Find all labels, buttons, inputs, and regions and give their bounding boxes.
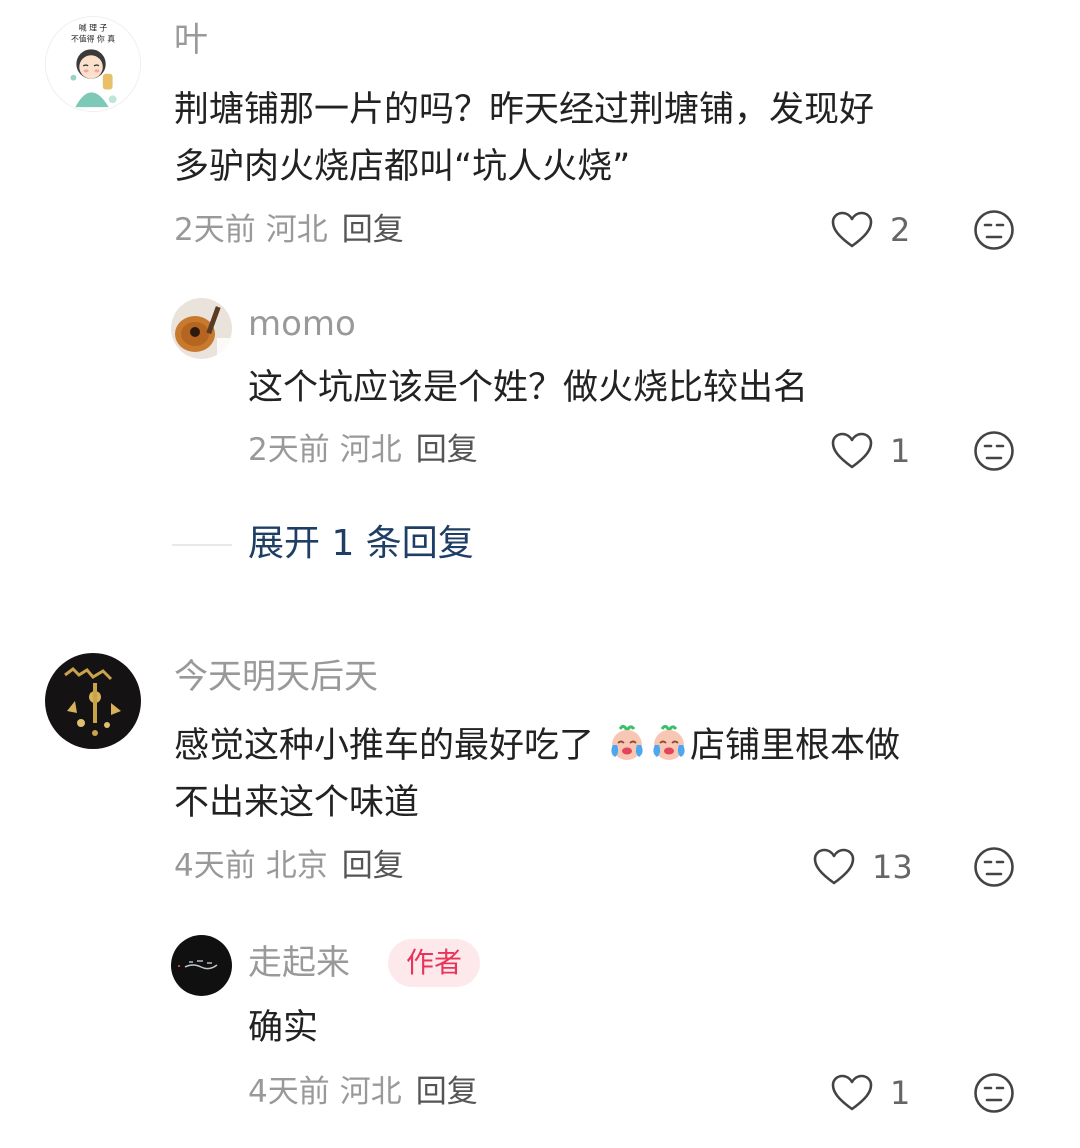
dislike-button[interactable] — [973, 1072, 1015, 1114]
like-count: 1 — [890, 432, 911, 470]
like-button[interactable]: 1 — [830, 429, 910, 473]
comment-text-line: 荆塘铺那一片的吗？昨天经过荆塘铺，发现好 — [174, 90, 875, 130]
crying-laughing-emoji-icon — [606, 723, 648, 763]
like-button[interactable]: 1 — [830, 1071, 910, 1115]
dislike-face-icon — [974, 210, 1014, 250]
location: 河北 — [265, 212, 328, 248]
comment-text-line: 多驴肉火烧店都叫“坑人火烧” — [174, 147, 631, 187]
comment-text-line: 感觉这种小推车的最好吃了 店铺里根本做 — [174, 718, 1054, 775]
crying-laughing-emoji-icon — [648, 723, 690, 763]
avatar[interactable] — [45, 653, 141, 749]
avatar[interactable] — [171, 935, 232, 996]
timestamp: 4天前 — [174, 848, 256, 884]
reply-button[interactable]: 回复 — [342, 848, 404, 884]
reply-text: 这个坑应该是个姓？做火烧比较出名 — [248, 368, 809, 408]
comment-meta: 2天前 河北 回复 — [248, 430, 478, 470]
like-count: 2 — [890, 211, 911, 249]
dislike-face-icon — [974, 1073, 1014, 1113]
expand-replies-button[interactable]: 展开 1 条回复 — [248, 522, 474, 566]
comment-meta: 2天前 河北 回复 — [174, 210, 404, 250]
reply-button[interactable]: 回复 — [416, 1074, 478, 1110]
heart-icon — [831, 211, 873, 248]
location: 北京 — [265, 848, 328, 884]
dislike-button[interactable] — [973, 430, 1015, 472]
like-count: 1 — [890, 1074, 911, 1112]
golden-ornament-avatar-icon — [45, 653, 141, 749]
timestamp: 2天前 — [174, 212, 256, 248]
expand-divider — [172, 544, 232, 546]
timestamp: 4天前 — [248, 1074, 330, 1110]
avatar-lettering: 喊 理 子 — [79, 23, 108, 33]
username[interactable]: 走起来 — [248, 943, 350, 983]
location: 河北 — [339, 1074, 402, 1110]
dark-sign-avatar-icon — [171, 935, 232, 996]
like-button[interactable]: 13 — [812, 845, 913, 889]
comment-text: 荆塘铺那一片的吗？昨天经过荆塘铺，发现好 多驴肉火烧店都叫“坑人火烧” — [174, 82, 1054, 196]
timestamp: 2天前 — [248, 432, 330, 468]
username[interactable]: 叶 — [174, 20, 208, 60]
reply-text: 确实 — [248, 1008, 319, 1048]
comment-meta: 4天前 北京 回复 — [174, 846, 404, 886]
dislike-button[interactable] — [973, 209, 1015, 251]
location: 河北 — [339, 432, 402, 468]
avatar[interactable]: 喊 理 子 不值得 你 真 — [45, 16, 141, 112]
heart-icon — [831, 432, 873, 469]
cartoon-girl-avatar-icon: 喊 理 子 不值得 你 真 — [46, 17, 140, 111]
comment-text-segment: 感觉这种小推车的最好吃了 — [174, 726, 595, 766]
comment-text-segment: 店铺里根本做 — [690, 726, 901, 766]
comment-meta: 4天前 河北 回复 — [248, 1072, 478, 1112]
comment-text: 感觉这种小推车的最好吃了 店铺里根本做 不出来这个味道 — [174, 718, 1054, 832]
username[interactable]: momo — [248, 304, 356, 344]
guitar-avatar-icon — [171, 298, 232, 359]
heart-icon — [831, 1074, 873, 1111]
heart-icon — [813, 848, 855, 885]
like-button[interactable]: 2 — [830, 208, 910, 252]
like-count: 13 — [872, 848, 913, 886]
svg-text:不值得 你 真: 不值得 你 真 — [71, 33, 115, 43]
author-badge: 作者 — [388, 939, 481, 987]
username[interactable]: 今天明天后天 — [174, 657, 378, 697]
comment-text-line: 不出来这个味道 — [174, 783, 420, 823]
dislike-face-icon — [974, 431, 1014, 471]
avatar[interactable] — [171, 298, 232, 359]
reply-button[interactable]: 回复 — [416, 432, 478, 468]
dislike-face-icon — [974, 847, 1014, 887]
dislike-button[interactable] — [973, 846, 1015, 888]
reply-button[interactable]: 回复 — [342, 212, 404, 248]
